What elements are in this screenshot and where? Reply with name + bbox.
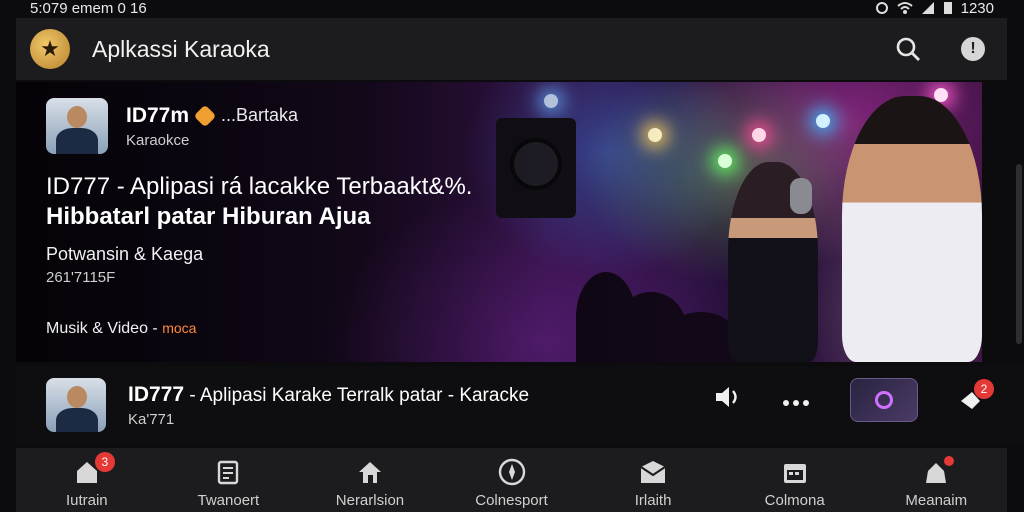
hero-banner[interactable]: ID77m ...Bartaka Karaokce ID777 - Aplipa… — [16, 82, 982, 362]
verified-badge-icon — [193, 104, 217, 127]
channel-extra: ...Bartaka — [221, 105, 299, 125]
nav-item-home[interactable]: 3 Iutrain — [16, 448, 158, 512]
app-title: Aplkassi Karaoka — [92, 35, 270, 62]
list-icon — [214, 458, 242, 486]
home-icon: 3 — [73, 452, 115, 486]
hero-code: 261'7115F — [46, 269, 116, 286]
profile-icon — [922, 456, 955, 486]
channel-avatar[interactable] — [46, 98, 108, 154]
battery-icon — [943, 2, 952, 14]
calendar-icon — [781, 458, 809, 486]
channel-name: ID77m — [126, 103, 190, 127]
nav-item-profile[interactable]: Meanaim — [865, 448, 1007, 512]
signal-icon — [921, 2, 934, 14]
info-icon[interactable]: ! — [961, 37, 985, 61]
singer-figure — [842, 96, 982, 362]
hero-tags[interactable]: Musik & Video - moca — [46, 320, 566, 338]
status-time: 5:079 emem 0 16 — [30, 0, 147, 17]
search-icon[interactable] — [895, 36, 921, 62]
status-bar: 5:079 emem 0 16 1230 — [0, 0, 1024, 17]
app-logo-icon: ★ — [30, 29, 70, 69]
stage-light — [718, 154, 732, 168]
microphone-icon — [790, 178, 812, 214]
stage-light — [648, 128, 662, 142]
stage-light — [752, 128, 766, 142]
compass-icon — [498, 458, 526, 486]
volume-icon[interactable] — [714, 385, 742, 415]
nav-item-calendar[interactable]: Colmona — [724, 448, 866, 512]
house-icon — [356, 458, 384, 486]
vibrate-icon — [875, 2, 888, 14]
nav-item-list[interactable]: Twanoert — [158, 448, 300, 512]
wifi-icon — [896, 2, 913, 14]
notification-badge: 2 — [974, 379, 994, 399]
hero-meta: Potwansin & Kaega — [46, 244, 204, 264]
nav-badge — [944, 456, 955, 466]
channel-subtitle: Karaokce — [126, 131, 190, 149]
channel-header[interactable]: ID77m ...Bartaka Karaokce — [46, 98, 566, 154]
scrollbar[interactable] — [1016, 164, 1022, 344]
nav-item-explore[interactable]: Colnesport — [441, 448, 583, 512]
status-clock: 1230 — [960, 0, 994, 17]
item-avatar[interactable] — [46, 378, 106, 432]
more-options-icon[interactable] — [782, 387, 810, 413]
inbox-icon — [639, 458, 667, 486]
stage-light — [816, 114, 830, 128]
nav-item-inbox[interactable]: Irlaith — [582, 448, 724, 512]
karaoke-thumbnail[interactable] — [850, 378, 918, 422]
nav-item-house[interactable]: Nerarlsion — [299, 448, 441, 512]
app-bar: ★ Aplkassi Karaoka ! — [16, 18, 1007, 80]
stage-light — [934, 88, 948, 102]
nav-badge: 3 — [94, 452, 115, 472]
item-title: ID777 - Aplipasi Karake Terralk patar - … — [128, 382, 530, 406]
item-subtitle: Ka'771 — [128, 410, 175, 428]
bottom-nav: 3 Iutrain Twanoert Nerarlsion Colnesport… — [16, 448, 1007, 512]
notification-icon[interactable]: 2 — [958, 379, 994, 413]
hero-title[interactable]: ID777 - Aplipasi rá lacakke Terbaakt&%. … — [46, 172, 566, 232]
singer-figure — [728, 162, 818, 362]
list-item[interactable]: ID777 - Aplipasi Karake Terralk patar - … — [16, 366, 1024, 444]
